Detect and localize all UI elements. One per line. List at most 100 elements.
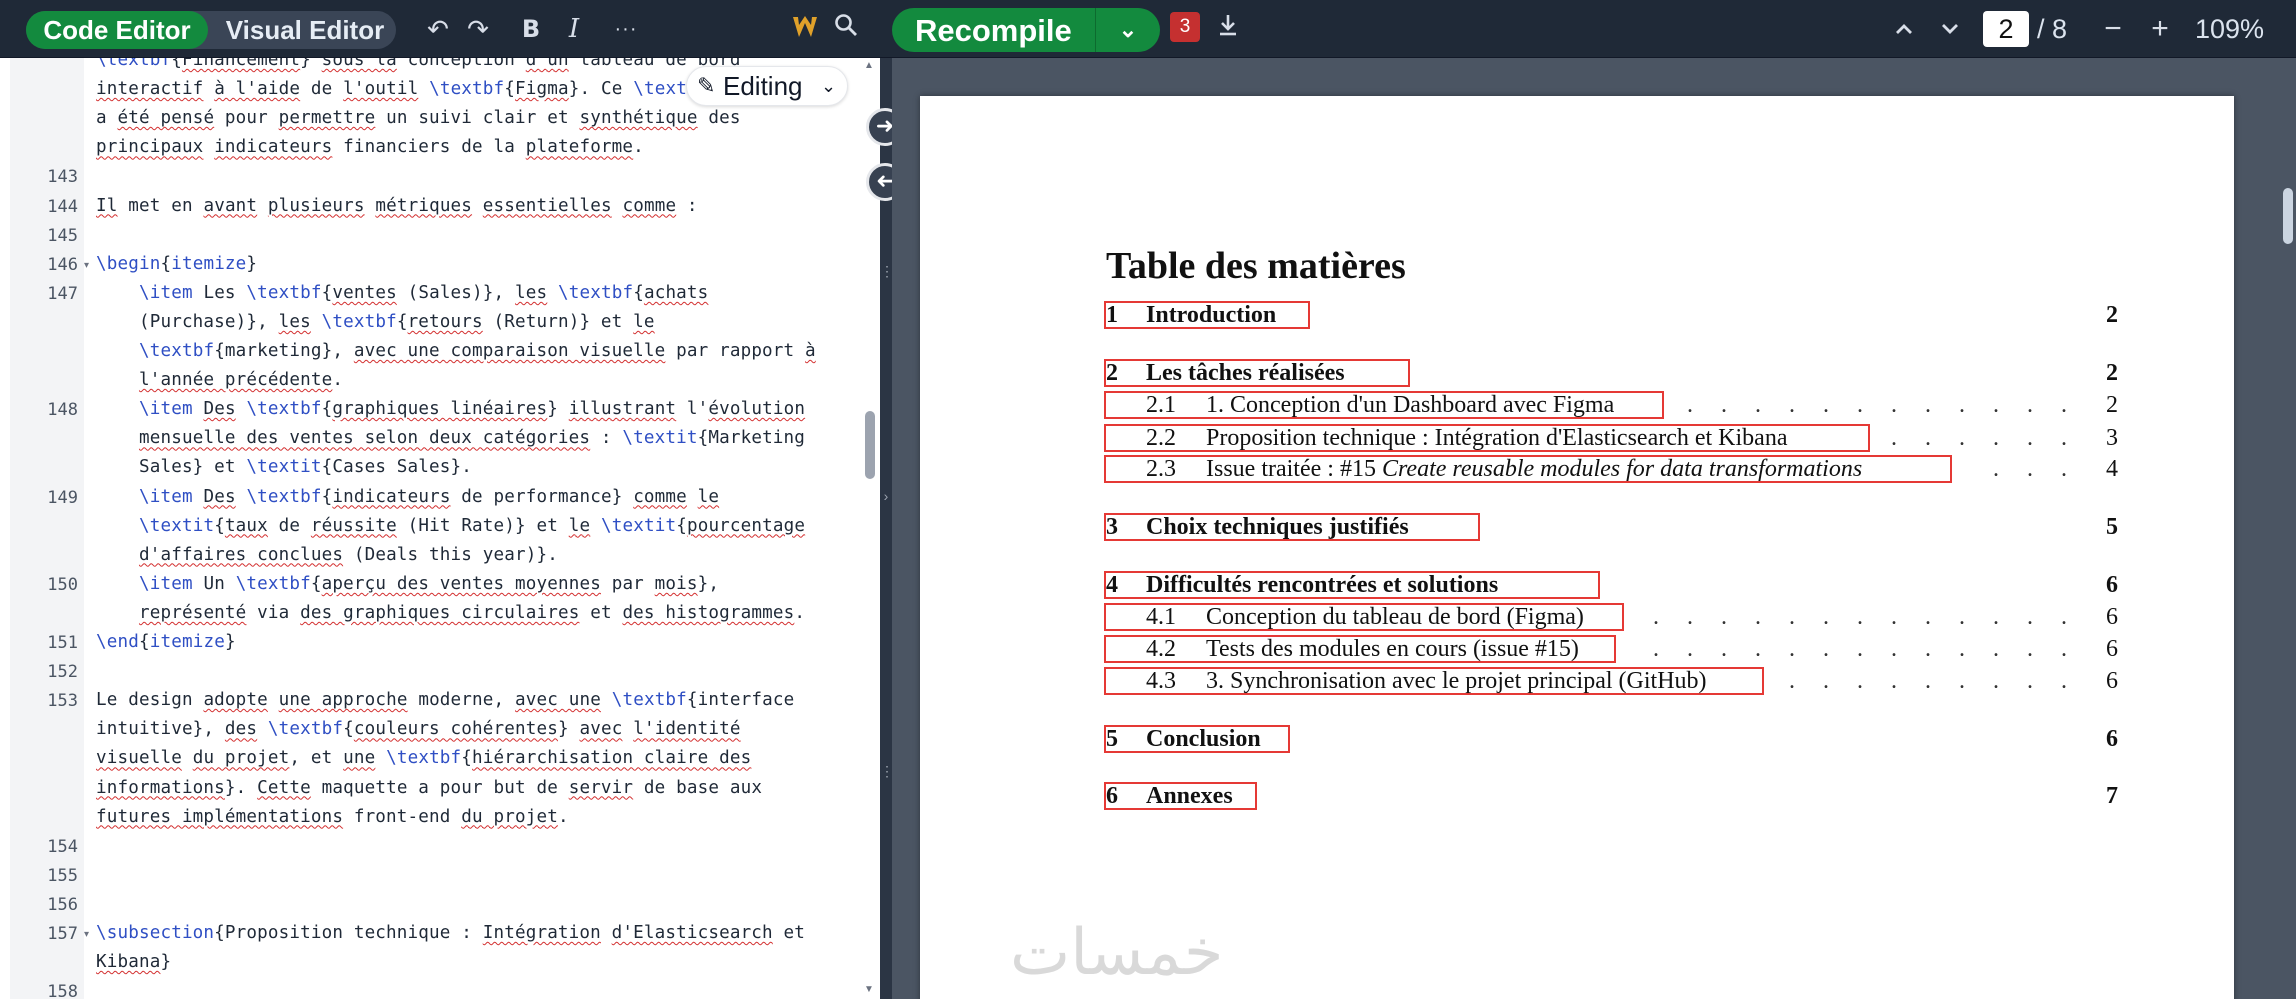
code-line[interactable]: mensuelle des ventes selon deux catégori…: [96, 428, 805, 448]
toc-section-link[interactable]: 5 Conclusion 6: [1104, 724, 2118, 754]
code-line[interactable]: représenté via des graphiques circulaire…: [96, 603, 805, 623]
toc-section-link[interactable]: 4 Difficultés rencontrées et solutions 6: [1104, 570, 2118, 600]
code-line[interactable]: Kibana}: [96, 952, 171, 972]
line-number: 158: [47, 982, 78, 999]
editor-scroll-thumb[interactable]: [865, 411, 875, 479]
code-line[interactable]: d'affaires conclues (Deals this year)}.: [96, 545, 558, 565]
pdf-viewer[interactable]: Table des matières 1 Introduction 2 2 Les tâ…: [892, 58, 2296, 999]
toc-section-link[interactable]: 2 Les tâches réalisées 2: [1104, 358, 2118, 388]
zoom-in-button[interactable]: +: [2142, 12, 2178, 46]
code-line[interactable]: \item Les \textbf{ventes (Sales)}, les \…: [96, 283, 708, 303]
top-toolbar: Code Editor Visual Editor ↶ ↷ B I ··· Re…: [0, 0, 2296, 58]
toc-section-link[interactable]: 6 Annexes 7: [1104, 781, 2118, 811]
toc-subsection-link[interactable]: 2.1 1. Conception d'un Dashboard avec Fig…: [1104, 390, 2118, 420]
chevron-down-icon[interactable]: ⌄: [1108, 8, 1148, 52]
toc-dot-leader: . . . . . . . . . . . . . . . . . . . . …: [1968, 456, 2078, 482]
bold-button[interactable]: B: [513, 12, 549, 46]
scroll-up-arrow-icon[interactable]: ▲: [864, 60, 874, 71]
undo-icon[interactable]: ↶: [420, 12, 456, 46]
toc-dot-leader: . . . . . . . . . . . . . . . . . . . . …: [1632, 636, 2078, 662]
code-editor[interactable]: 143 144 145 146 ▾ 147 148 149 150 151 152 153 154 155…: [0, 58, 880, 999]
line-number: 145: [47, 225, 78, 246]
toc-section-link[interactable]: 3 Choix techniques justifiés 5: [1104, 512, 2118, 542]
writing-assistant-icon[interactable]: [787, 12, 823, 46]
toc-subsection-link[interactable]: 4.1 Conception du tableau de bord (Figma)…: [1104, 602, 2118, 632]
toc-title: Proposition technique : Intégration d'El…: [1206, 425, 1788, 451]
page-number-input[interactable]: [1983, 11, 2029, 47]
error-count-badge[interactable]: 3: [1170, 12, 1200, 42]
code-line[interactable]: informations}. Cette maquette a pour but…: [96, 778, 762, 798]
code-line[interactable]: \end{itemize}: [96, 632, 236, 652]
toc-subsection-link[interactable]: 2.2 Proposition technique : Intégration d…: [1104, 423, 2118, 453]
code-line[interactable]: interactif à l'aide de l'outil \textbf{F…: [96, 79, 708, 99]
zoom-level-dropdown[interactable]: 109%: [2195, 11, 2264, 47]
scroll-down-arrow-icon[interactable]: ▼: [864, 984, 874, 995]
visual-editor-tab[interactable]: Visual Editor: [214, 11, 396, 49]
editing-mode-dropdown[interactable]: ✎ Editing ⌄: [686, 66, 848, 106]
toc-dot-leader: . . . . . . . . . . . . . . . . . . . . …: [1886, 425, 2078, 451]
toc-number: 6: [1106, 783, 1118, 809]
toc-page-number: 2: [2106, 392, 2118, 418]
zoom-out-button[interactable]: −: [2095, 12, 2131, 46]
toc-section-link[interactable]: 1 Introduction 2: [1104, 300, 2118, 330]
chevron-down-icon: ⌄: [821, 76, 837, 96]
fold-toggle-icon[interactable]: ▾: [84, 260, 89, 271]
line-number: 143: [47, 167, 78, 188]
line-number: 149: [47, 487, 78, 508]
line-number-gutter: 143 144 145 146 ▾ 147 148 149 150 151 152 153 154 155…: [10, 58, 89, 999]
code-line[interactable]: Il met en avant plusieurs métriques esse…: [96, 196, 698, 216]
line-number: 147: [47, 283, 78, 304]
code-line[interactable]: principaux indicateurs financiers de la …: [96, 137, 644, 157]
toc-title: 1. Conception d'un Dashboard avec Figma: [1206, 392, 1615, 418]
toc-dot-leader: . . . . . . . . . . . . . . . . . . . . …: [1680, 392, 2078, 418]
splitter-grip[interactable]: ⋮: [880, 763, 894, 780]
toc-number: 1: [1106, 302, 1118, 328]
code-line[interactable]: \item Des \textbf{indicateurs de perform…: [96, 487, 719, 507]
redo-icon[interactable]: ↷: [460, 12, 496, 46]
toc-subsection-link[interactable]: 4.2 Tests des modules en cours (issue #15…: [1104, 634, 2118, 664]
search-icon[interactable]: [828, 12, 864, 46]
toc-title: Conception du tableau de bord (Figma): [1206, 604, 1584, 630]
toc-title: Difficultés rencontrées et solutions: [1146, 572, 1499, 598]
more-options-icon[interactable]: ···: [608, 12, 644, 46]
code-line[interactable]: futures implémentations front-end du pro…: [96, 807, 569, 827]
toc-page-number: 3: [2106, 425, 2118, 451]
chevron-right-icon[interactable]: ›: [880, 488, 892, 504]
download-pdf-icon[interactable]: [1210, 12, 1246, 46]
line-number: 152: [47, 662, 78, 683]
previous-page-icon[interactable]: [1886, 12, 1922, 46]
code-line[interactable]: \textit{taux de réussite (Hit Rate)} et …: [96, 516, 805, 536]
code-line[interactable]: \begin{itemize}: [96, 254, 257, 274]
toc-title: Conclusion: [1146, 726, 1261, 752]
code-line[interactable]: \textbf{marketing}, avec une comparaison…: [96, 341, 816, 361]
fold-toggle-icon[interactable]: ▾: [84, 929, 89, 940]
italic-button[interactable]: I: [556, 12, 592, 46]
code-line[interactable]: l'année précédente.: [96, 370, 343, 390]
code-line[interactable]: \item Des \textbf{graphiques linéaires} …: [96, 399, 805, 419]
next-page-icon[interactable]: [1932, 12, 1968, 46]
code-line[interactable]: Sales} et \textit{Cases Sales}.: [96, 457, 472, 477]
code-line[interactable]: \subsection{Proposition technique : Inté…: [96, 923, 805, 943]
pdf-scroll-thumb[interactable]: [2283, 188, 2293, 244]
toc-subsection-link[interactable]: 4.3 3. Synchronisation avec le projet pri…: [1104, 666, 2118, 696]
code-line[interactable]: Le design adopte une approche moderne, a…: [96, 690, 794, 710]
pdf-scrollbar[interactable]: [2280, 58, 2296, 999]
toc-number: 3: [1106, 514, 1118, 540]
code-line[interactable]: (Purchase)}, les \textbf{retours (Return…: [96, 312, 655, 332]
toc-title: Annexes: [1146, 783, 1233, 809]
page-total: / 8: [2037, 14, 2068, 44]
toc-subsection-link[interactable]: 2.3 Issue traitée : #15 Create reusable m…: [1104, 454, 2118, 484]
toc-number: 2.2: [1146, 425, 1176, 451]
code-editor-tab[interactable]: Code Editor: [26, 11, 208, 49]
splitter-grip[interactable]: ⋮: [880, 263, 894, 280]
editing-mode-label: Editing: [723, 71, 803, 101]
code-line[interactable]: \item Un \textbf{aperçu des ventes moyen…: [96, 574, 719, 594]
code-line[interactable]: a été pensé pour permettre un suivi clai…: [96, 108, 741, 128]
toc-page-number: 7: [2106, 783, 2118, 809]
code-line[interactable]: intuitive}, des \textbf{couleurs cohéren…: [96, 719, 741, 739]
editor-scrollbar[interactable]: ▲ ▼: [862, 58, 876, 999]
code-line[interactable]: visuelle du projet, et une \textbf{hiéra…: [96, 748, 751, 768]
line-number: 148: [47, 400, 78, 421]
code-line[interactable]: \textbf{Financement} sous la conception …: [96, 58, 741, 70]
recompile-button[interactable]: Recompile ⌄: [892, 8, 1160, 52]
